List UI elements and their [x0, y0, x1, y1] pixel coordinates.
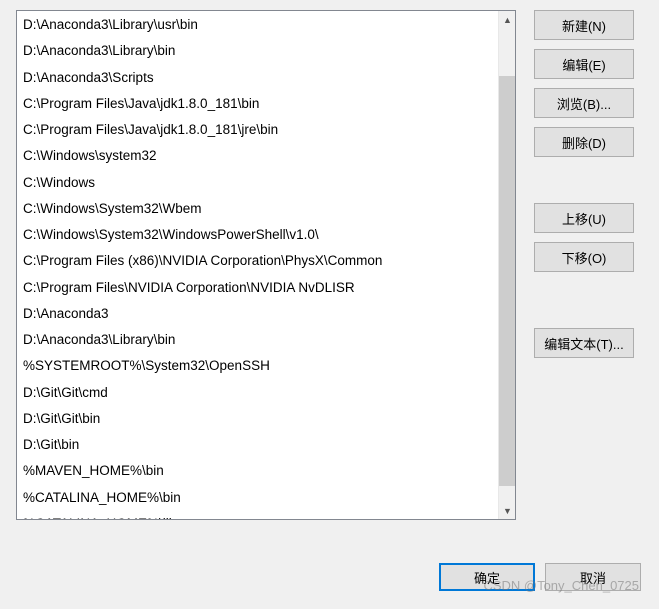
move-up-button[interactable]: 上移(U): [534, 203, 634, 233]
scrollbar[interactable]: ▲ ▼: [498, 11, 515, 519]
list-item[interactable]: C:\Program Files\Java\jdk1.8.0_181\bin: [17, 91, 515, 117]
list-item[interactable]: %MAVEN_HOME%\bin: [17, 458, 515, 484]
edit-button[interactable]: 编辑(E): [534, 49, 634, 79]
list-item[interactable]: D:\Git\bin: [17, 432, 515, 458]
list-item[interactable]: D:\Anaconda3\Library\bin: [17, 38, 515, 64]
cancel-button[interactable]: 取消: [545, 563, 641, 591]
list-item[interactable]: D:\Anaconda3\Library\usr\bin: [17, 12, 515, 38]
list-item[interactable]: C:\Windows: [17, 170, 515, 196]
ok-button[interactable]: 确定: [439, 563, 535, 591]
dialog-body: D:\Anaconda3\Library\usr\binD:\Anaconda3…: [0, 0, 659, 530]
button-column: 新建(N) 编辑(E) 浏览(B)... 删除(D) 上移(U) 下移(O) 编…: [534, 10, 634, 520]
list-item[interactable]: C:\Program Files (x86)\NVIDIA Corporatio…: [17, 248, 515, 274]
scroll-up-arrow[interactable]: ▲: [499, 11, 516, 28]
list-item[interactable]: D:\Anaconda3: [17, 301, 515, 327]
scroll-thumb[interactable]: [499, 76, 516, 486]
list-item[interactable]: %CATALINA_HOME%\bin: [17, 485, 515, 511]
list-item[interactable]: C:\Program Files\Java\jdk1.8.0_181\jre\b…: [17, 117, 515, 143]
list-item[interactable]: D:\Git\Git\cmd: [17, 380, 515, 406]
list-item[interactable]: C:\Windows\system32: [17, 143, 515, 169]
new-button[interactable]: 新建(N): [534, 10, 634, 40]
list-item[interactable]: C:\Program Files\NVIDIA Corporation\NVID…: [17, 275, 515, 301]
list-item[interactable]: %CATALINA_HOME%\lib: [17, 511, 515, 520]
edit-text-button[interactable]: 编辑文本(T)...: [534, 328, 634, 358]
list-item[interactable]: D:\Anaconda3\Scripts: [17, 65, 515, 91]
list-item[interactable]: D:\Git\Git\bin: [17, 406, 515, 432]
list-item[interactable]: C:\Windows\System32\WindowsPowerShell\v1…: [17, 222, 515, 248]
browse-button[interactable]: 浏览(B)...: [534, 88, 634, 118]
bottom-bar: 确定 取消: [439, 563, 641, 591]
list-item[interactable]: C:\Windows\System32\Wbem: [17, 196, 515, 222]
path-listbox[interactable]: D:\Anaconda3\Library\usr\binD:\Anaconda3…: [16, 10, 516, 520]
list-item[interactable]: %SYSTEMROOT%\System32\OpenSSH: [17, 353, 515, 379]
list-item[interactable]: D:\Anaconda3\Library\bin: [17, 327, 515, 353]
scroll-down-arrow[interactable]: ▼: [499, 502, 516, 519]
move-down-button[interactable]: 下移(O): [534, 242, 634, 272]
delete-button[interactable]: 删除(D): [534, 127, 634, 157]
